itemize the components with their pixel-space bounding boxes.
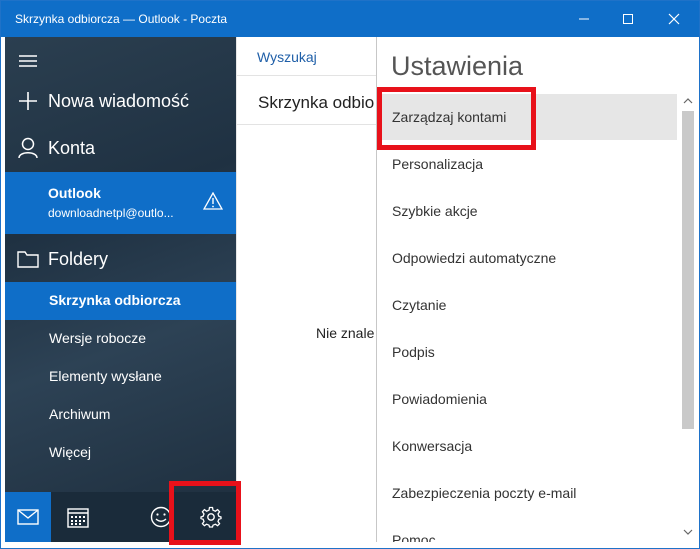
folder-item-drafts[interactable]: Wersje robocze (5, 320, 236, 358)
settings-item-quick-actions[interactable]: Szybkie akcje (377, 188, 677, 234)
window-title: Skrzynka odbiorcza — Outlook - Poczta (15, 12, 228, 26)
folders-button[interactable]: Foldery (5, 239, 236, 279)
settings-title: Ustawienia (391, 51, 524, 81)
minimize-button[interactable] (561, 1, 607, 37)
divider (237, 75, 377, 76)
inbox-title: Skrzynka odbio (258, 93, 375, 112)
title-bar: Skrzynka odbiorcza — Outlook - Poczta (1, 1, 699, 37)
person-icon (17, 137, 39, 159)
settings-item-label: Szybkie akcje (392, 203, 478, 219)
scroll-up-icon[interactable] (682, 95, 694, 107)
close-icon (668, 13, 680, 25)
settings-item-label: Personalizacja (392, 156, 484, 172)
account-item[interactable]: Outlook downloadnetpl@outlo... (5, 172, 236, 234)
close-button[interactable] (651, 1, 697, 37)
settings-item-reading[interactable]: Czytanie (377, 282, 677, 328)
settings-item-email-security[interactable]: Zabezpieczenia poczty e-mail (377, 470, 677, 516)
calendar-icon (67, 508, 89, 528)
settings-item-label: Zabezpieczenia poczty e-mail (392, 485, 577, 501)
folders-label: Foldery (48, 249, 109, 269)
accounts-label: Konta (48, 138, 96, 158)
settings-item-label: Konwersacja (392, 438, 473, 454)
settings-item-conversation[interactable]: Konwersacja (377, 423, 677, 469)
accounts-button[interactable]: Konta (5, 128, 236, 168)
settings-item-automatic-replies[interactable]: Odpowiedzi automatyczne (377, 235, 677, 281)
divider (237, 124, 377, 125)
settings-item-label: Podpis (392, 344, 435, 360)
folder-item-sent[interactable]: Elementy wysłane (5, 358, 236, 396)
highlight-box-settings (169, 481, 241, 545)
scroll-down-icon[interactable] (682, 526, 694, 538)
mail-icon (17, 509, 39, 525)
folder-label: Elementy wysłane (49, 368, 162, 384)
settings-item-label: Pomoc (392, 532, 436, 542)
settings-item-label: Powiadomienia (392, 391, 487, 407)
mail-button[interactable] (5, 492, 51, 542)
hamburger-icon (17, 50, 39, 72)
maximize-button[interactable] (605, 1, 651, 37)
account-email: downloadnetpl@outlo... (48, 206, 174, 220)
plus-icon (17, 90, 39, 112)
new-message-button[interactable]: Nowa wiadomość (5, 81, 236, 121)
minimize-icon (579, 18, 589, 20)
folder-label: Wersje robocze (49, 330, 147, 346)
folder-label: Archiwum (49, 406, 111, 422)
navigation-pane: Nowa wiadomość Konta Outlook downloadnet… (5, 37, 236, 542)
settings-item-signature[interactable]: Podpis (377, 329, 677, 375)
calendar-button[interactable] (55, 492, 101, 542)
highlight-box-manage-accounts (377, 87, 536, 150)
search-box[interactable]: Wyszukaj (257, 49, 317, 65)
folder-item-archive[interactable]: Archiwum (5, 396, 236, 434)
empty-message: Nie znale (316, 325, 375, 341)
new-message-label: Nowa wiadomość (48, 91, 190, 111)
app-window: Skrzynka odbiorcza — Outlook - Poczta No… (0, 0, 700, 549)
account-name: Outlook (48, 185, 101, 201)
scroll-thumb[interactable] (682, 111, 694, 429)
warning-icon (203, 192, 223, 210)
folder-label: Więcej (49, 444, 92, 460)
maximize-icon (623, 14, 633, 24)
folder-item-inbox[interactable]: Skrzynka odbiorcza (5, 282, 236, 320)
settings-item-notifications[interactable]: Powiadomienia (377, 376, 677, 422)
message-list-pane: Wyszukaj Skrzynka odbio Nie znale (236, 37, 377, 542)
settings-item-help[interactable]: Pomoc (377, 517, 677, 542)
settings-scrollbar[interactable] (679, 93, 694, 542)
settings-item-label: Czytanie (392, 297, 447, 313)
folder-label: Skrzynka odbiorcza (49, 292, 181, 308)
hamburger-button[interactable] (5, 43, 236, 79)
folder-icon (17, 248, 39, 270)
settings-item-label: Odpowiedzi automatyczne (392, 250, 557, 266)
folder-item-more[interactable]: Więcej (5, 434, 236, 472)
